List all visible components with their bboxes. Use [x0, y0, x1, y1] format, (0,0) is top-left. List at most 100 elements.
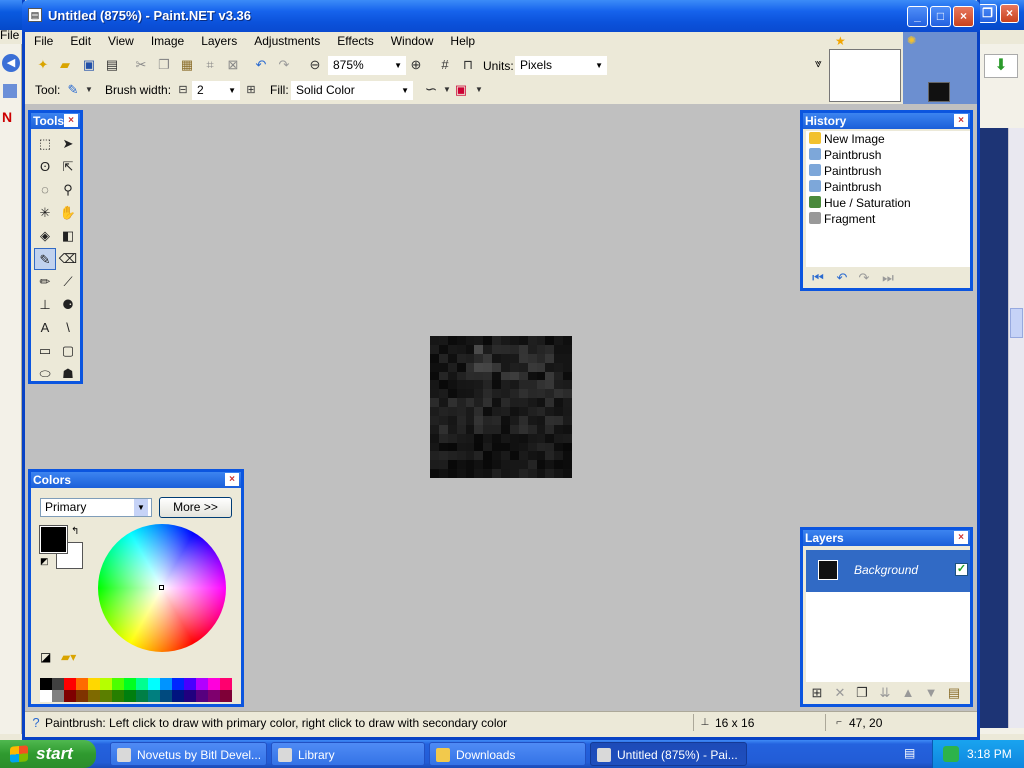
fill-dropdown[interactable]: Solid Color ▼: [291, 81, 413, 100]
layers-title[interactable]: Layers: [803, 530, 970, 546]
download-arrow-icon[interactable]: ⬇: [984, 54, 1018, 78]
layer-row-background[interactable]: Background ✓: [806, 550, 970, 592]
redo-icon[interactable]: ↷: [276, 57, 292, 73]
antialiasing-icon[interactable]: ∽: [423, 82, 439, 98]
ellipse-select-icon[interactable]: ◌: [34, 179, 56, 201]
clock[interactable]: 3:18 PM: [967, 740, 1012, 768]
swap-colors-icon[interactable]: ↰: [71, 526, 79, 537]
image-canvas[interactable]: [430, 336, 572, 478]
rectangle-select-icon[interactable]: ⬚: [34, 133, 56, 155]
zoom-in-icon[interactable]: ⊕: [408, 57, 424, 73]
palette-swatch[interactable]: [100, 690, 112, 702]
zoom-dropdown[interactable]: 875% ▼: [328, 56, 406, 75]
network-icon[interactable]: [943, 746, 959, 762]
palette-swatch[interactable]: [52, 690, 64, 702]
pencil-icon[interactable]: ✏: [34, 271, 56, 293]
palette-swatch[interactable]: [184, 678, 196, 690]
chevron-down-icon[interactable]: ▼: [471, 82, 487, 98]
line-curve-icon[interactable]: \: [57, 317, 79, 339]
reset-colors-icon[interactable]: ◩: [40, 556, 49, 567]
app-icon[interactable]: ▤: [28, 8, 42, 22]
palette-swatch[interactable]: [124, 678, 136, 690]
task-paintnet[interactable]: Untitled (875%) - Pai...: [590, 742, 747, 766]
zoom-out-icon[interactable]: ⊖: [307, 57, 323, 73]
minimize-button[interactable]: _: [907, 6, 928, 27]
history-item[interactable]: Hue / Saturation: [806, 195, 970, 211]
task-novetus[interactable]: Novetus by Bitl Devel...: [110, 742, 267, 766]
netscape-icon[interactable]: N: [2, 109, 18, 125]
crop-icon[interactable]: ⌗: [202, 57, 218, 73]
palette-swatch[interactable]: [172, 690, 184, 702]
background-file-menu[interactable]: File: [0, 28, 19, 42]
palette-swatch[interactable]: [100, 678, 112, 690]
palette-swatch[interactable]: [52, 678, 64, 690]
print-icon[interactable]: ▤: [104, 57, 120, 73]
increase-width-icon[interactable]: ⊞: [243, 82, 259, 98]
redo-icon[interactable]: ↷: [856, 270, 872, 286]
more-colors-button[interactable]: More >>: [159, 497, 232, 518]
background-scroll-thumb[interactable]: [1010, 308, 1023, 338]
history-item[interactable]: Fragment: [806, 211, 970, 227]
copy-icon[interactable]: ❐: [156, 57, 172, 73]
color-mode-dropdown[interactable]: Primary ▼: [40, 498, 152, 517]
blend-mode-icon[interactable]: ▣: [453, 82, 469, 98]
color-wheel-marker[interactable]: [159, 585, 164, 590]
new-image-icon[interactable]: ✦: [35, 57, 51, 73]
palette-swatch[interactable]: [76, 678, 88, 690]
move-layer-up-icon[interactable]: ▲: [900, 685, 916, 701]
clone-stamp-icon[interactable]: ⊥: [34, 294, 56, 316]
history-item[interactable]: Paintbrush: [806, 147, 970, 163]
color-picker-icon[interactable]: ⟋: [57, 271, 79, 293]
background-restore-button[interactable]: ❐: [978, 4, 997, 23]
palette-swatch[interactable]: [208, 678, 220, 690]
thumbnail-menu-icon[interactable]: ⩔: [815, 56, 822, 71]
maximize-button[interactable]: □: [930, 6, 951, 27]
start-button[interactable]: start: [0, 740, 96, 768]
palette-swatch[interactable]: [184, 690, 196, 702]
save-icon[interactable]: ▣: [81, 57, 97, 73]
palette-swatch[interactable]: [148, 690, 160, 702]
paint-bucket-icon[interactable]: ◈: [34, 225, 56, 247]
palette-swatch[interactable]: [112, 690, 124, 702]
rewind-icon[interactable]: ⏮: [810, 270, 826, 286]
background-scrollbar[interactable]: [1008, 128, 1024, 728]
history-item[interactable]: Paintbrush: [806, 179, 970, 195]
palette-swatch[interactable]: [88, 690, 100, 702]
keyboard-icon[interactable]: ▤: [904, 746, 920, 760]
menu-help[interactable]: Help: [441, 32, 483, 48]
fast-forward-icon[interactable]: ⏭: [880, 270, 896, 286]
palette-swatch[interactable]: [136, 690, 148, 702]
palette-swatch[interactable]: [196, 690, 208, 702]
menu-layers[interactable]: Layers: [192, 32, 245, 48]
paintbrush-icon[interactable]: ✎: [34, 248, 56, 270]
palette-menu-icon[interactable]: ▰▾: [61, 650, 76, 664]
palette-swatch[interactable]: [40, 678, 52, 690]
task-downloads[interactable]: Downloads: [429, 742, 586, 766]
recolor-icon[interactable]: ⚈: [57, 294, 79, 316]
palette-swatch[interactable]: [148, 678, 160, 690]
back-icon[interactable]: ◀: [2, 54, 20, 72]
colors-title[interactable]: Colors: [31, 472, 241, 488]
freeform-shape-icon[interactable]: ☗: [57, 363, 79, 385]
move-layer-down-icon[interactable]: ▼: [923, 685, 939, 701]
menu-file[interactable]: File: [25, 32, 61, 48]
pan-icon[interactable]: ✋: [57, 202, 79, 224]
open-icon[interactable]: ▰: [57, 57, 73, 73]
palette-swatch[interactable]: [76, 690, 88, 702]
history-title[interactable]: History: [803, 113, 970, 129]
palette-swatch[interactable]: [160, 690, 172, 702]
close-button[interactable]: ×: [953, 6, 974, 27]
thumbnail-new-image[interactable]: [829, 49, 901, 102]
history-item[interactable]: New Image: [806, 131, 970, 147]
magic-wand-icon[interactable]: ✳: [34, 202, 56, 224]
ellipse-icon[interactable]: ⬭: [34, 363, 56, 385]
lasso-select-icon[interactable]: ʘ: [34, 156, 56, 178]
color-wheel[interactable]: [98, 524, 226, 652]
layer-properties-icon[interactable]: ▤: [946, 685, 962, 701]
cut-icon[interactable]: ✂: [133, 57, 149, 73]
palette-swatch[interactable]: [136, 678, 148, 690]
deselect-icon[interactable]: ⊠: [225, 57, 241, 73]
close-icon[interactable]: ×: [954, 531, 968, 544]
palette-swatch[interactable]: [112, 678, 124, 690]
ruler-icon[interactable]: ⊓: [460, 57, 476, 73]
